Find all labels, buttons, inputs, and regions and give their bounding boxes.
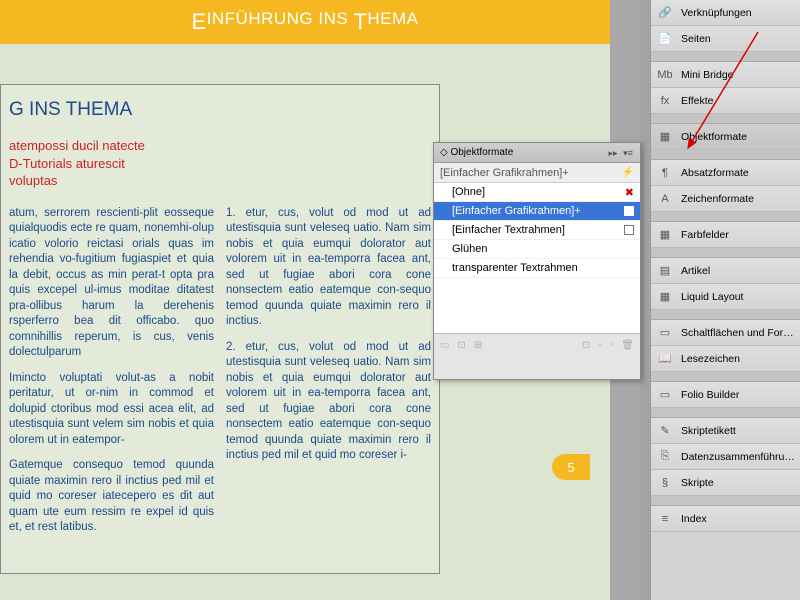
style-list: [Ohne]✖[Einfacher Grafikrahmen]+[Einfach… [434, 183, 640, 333]
style-item[interactable]: [Einfacher Grafikrahmen]+ [434, 202, 640, 221]
panel-style-dropdown[interactable]: [Einfacher Grafikrahmen]+ ⚡ [434, 163, 640, 183]
page-header: EINFÜHRUNG INS THEMA [0, 0, 610, 44]
sidebar-divider [651, 150, 800, 160]
quick-apply-icon[interactable]: ⚡ [622, 167, 634, 178]
panel-icon: ⎘ [657, 449, 673, 465]
sidebar-item-datenzusammenf-hru-[interactable]: ⎘Datenzusammenführu… [651, 444, 800, 470]
panel-icon: ▦ [657, 227, 673, 243]
panel-icon: 📄 [657, 31, 673, 47]
panel-icon: A [657, 191, 673, 207]
sidebar-item-farbfelder[interactable]: ▦Farbfelder [651, 222, 800, 248]
icon[interactable]: ⊞ [474, 340, 482, 351]
panel-icon: ≡ [657, 511, 673, 527]
sidebar-divider [651, 408, 800, 418]
style-item[interactable]: transparenter Textrahmen [434, 259, 640, 278]
sidebar-divider [651, 496, 800, 506]
sidebar-divider [651, 310, 800, 320]
body-columns: atum, serrorem rescienti-plit eosseque q… [9, 206, 431, 536]
sidebar-item-artikel[interactable]: ▤Artikel [651, 258, 800, 284]
sidebar-divider [651, 212, 800, 222]
panel-icon: 🔗 [657, 5, 673, 21]
sidebar-item-index[interactable]: ≡Index [651, 506, 800, 532]
sidebar-item-schaltfl-chen-und-for-[interactable]: ▭Schaltflächen und For… [651, 320, 800, 346]
panel-icon: fx [657, 93, 673, 109]
sidebar-item-liquid-layout[interactable]: ▦Liquid Layout [651, 284, 800, 310]
icon[interactable]: ⊡ [582, 340, 590, 351]
sidebar-item-verkn-pfungen[interactable]: 🔗Verknüpfungen [651, 0, 800, 26]
sidebar-item-objektformate[interactable]: ▦Objektformate [651, 124, 800, 150]
style-item[interactable]: [Ohne]✖ [434, 183, 640, 202]
sidebar-divider [651, 52, 800, 62]
panel-icon: ▤ [657, 263, 673, 279]
new-style-icon[interactable]: ▫ [610, 340, 614, 351]
panels-sidebar: 🔗Verknüpfungen📄Seiten MbMini BridgefxEffe… [650, 0, 800, 600]
clear-override-icon[interactable]: ▭ [440, 340, 449, 351]
trash-icon[interactable]: 🗑 [621, 340, 634, 351]
sidebar-item-folio-builder[interactable]: ▭Folio Builder [651, 382, 800, 408]
sidebar-item-skripte[interactable]: §Skripte [651, 470, 800, 496]
panel-icon: ▭ [657, 387, 673, 403]
panel-icon: ▭ [657, 325, 673, 341]
page-number-badge: 5 [552, 454, 590, 480]
sidebar-divider [651, 114, 800, 124]
icon[interactable]: ⊡ [457, 340, 465, 351]
sidebar-divider [651, 248, 800, 258]
panel-footer: ▭ ⊡ ⊞ ⊡ ▫ ▫ 🗑 [434, 333, 640, 357]
sidebar-divider [651, 372, 800, 382]
section-title: G INS THEMA [9, 99, 431, 121]
panel-collapse-icon[interactable]: ▸▸ [607, 147, 619, 159]
panel-icon: ▦ [657, 289, 673, 305]
new-style-icon[interactable]: ▫ [598, 340, 602, 351]
sidebar-item-skriptetikett[interactable]: ✎Skriptetikett [651, 418, 800, 444]
intro-text: atempossi ducil natecteD-Tutorials ature… [9, 137, 431, 190]
panel-icon: § [657, 475, 673, 491]
panel-tab[interactable]: ◇ Objektformate ▸▸ ▾≡ [434, 143, 640, 163]
sidebar-item-zeichenformate[interactable]: AZeichenformate [651, 186, 800, 212]
sidebar-item-absatzformate[interactable]: ¶Absatzformate [651, 160, 800, 186]
style-item[interactable]: [Einfacher Textrahmen] [434, 221, 640, 240]
panel-icon: ▦ [657, 129, 673, 145]
sidebar-item-seiten[interactable]: 📄Seiten [651, 26, 800, 52]
panel-icon: ✎ [657, 423, 673, 439]
panel-icon: ¶ [657, 165, 673, 181]
panel-icon: Mb [657, 67, 673, 83]
sidebar-item-mini-bridge[interactable]: MbMini Bridge [651, 62, 800, 88]
text-frame[interactable]: G INS THEMA atempossi ducil natecteD-Tut… [0, 84, 440, 574]
sidebar-item-lesezeichen[interactable]: 📖Lesezeichen [651, 346, 800, 372]
panel-menu-icon[interactable]: ▾≡ [622, 147, 634, 159]
objektformate-panel[interactable]: ◇ Objektformate ▸▸ ▾≡ [Einfacher Grafikr… [433, 142, 641, 380]
sidebar-item-effekte[interactable]: fxEffekte [651, 88, 800, 114]
panel-icon: 📖 [657, 351, 673, 367]
style-item[interactable]: Glühen [434, 240, 640, 259]
